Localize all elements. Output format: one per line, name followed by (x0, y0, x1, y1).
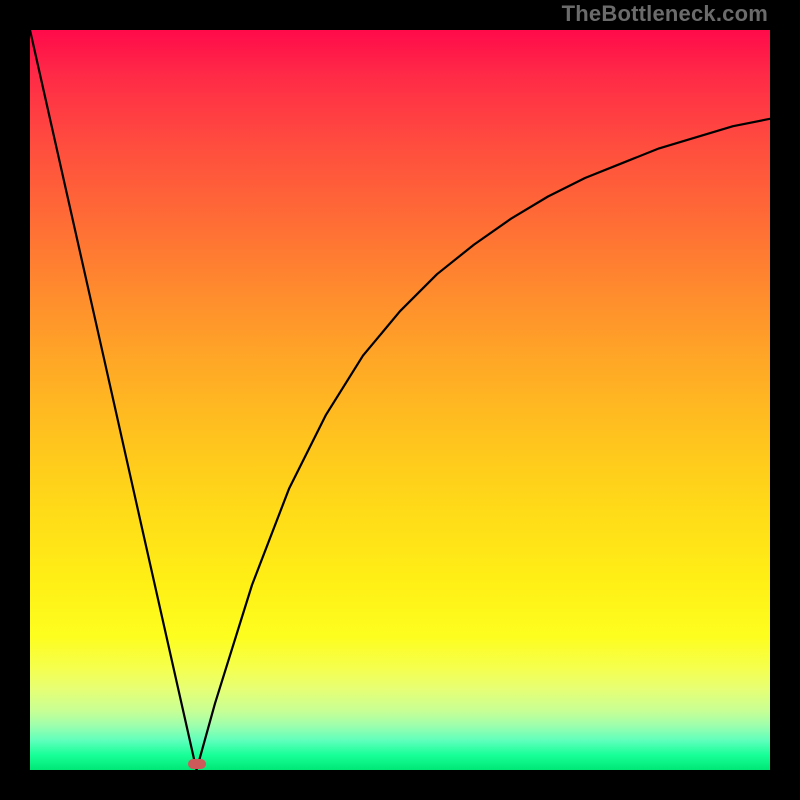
plot-area (30, 30, 770, 770)
bottleneck-curve (30, 30, 770, 770)
minimum-marker (188, 759, 206, 769)
curve-path (30, 30, 770, 770)
chart-frame: TheBottleneck.com (0, 0, 800, 800)
watermark-text: TheBottleneck.com (562, 0, 768, 28)
